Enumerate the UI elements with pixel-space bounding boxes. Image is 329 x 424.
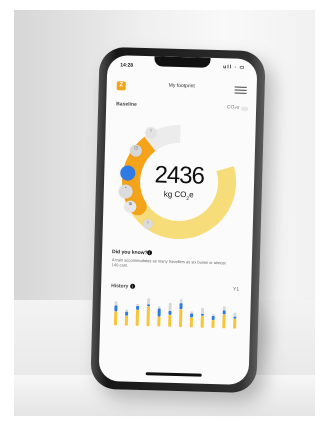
history-bar [179, 299, 183, 304]
history-month-label [143, 330, 151, 336]
history-bar [222, 306, 226, 311]
history-month-label [176, 331, 184, 337]
history-period[interactable]: Y1 [233, 287, 239, 293]
history-bar [113, 311, 118, 326]
product-photo: 14:28 ull ◦ ▭ Z My footprint Baseline CO… [0, 0, 329, 424]
history-bar [135, 309, 140, 326]
menu-line-icon [234, 92, 247, 94]
footprint-unit-main: kg CO [163, 189, 187, 200]
history-bar [200, 313, 204, 316]
history-chart-svg [113, 298, 237, 329]
history-bar [211, 320, 215, 329]
history-month-label [187, 331, 195, 337]
history-bar [233, 316, 237, 319]
history-month-label [165, 331, 173, 337]
history-bar [168, 314, 172, 327]
phone-notch [154, 56, 211, 68]
history-chart [110, 293, 241, 331]
history-bar [168, 310, 172, 315]
history-bar [190, 313, 194, 318]
history-bar [125, 311, 129, 316]
history-bar [211, 314, 215, 317]
history-bar [114, 301, 118, 306]
status-time: 14:28 [120, 62, 134, 69]
history-bar [201, 307, 205, 314]
fact-title: Did you know? [111, 249, 148, 257]
history-bar [179, 303, 183, 310]
footprint-unit-tail: e [189, 190, 194, 200]
history-bar [124, 315, 129, 326]
history-bar [168, 302, 172, 311]
history-month-label [110, 329, 118, 335]
history-bar [222, 314, 226, 329]
history-month-label [121, 329, 129, 335]
history-bar [233, 318, 237, 329]
history-bar [136, 303, 140, 306]
history-month-label [220, 332, 228, 338]
history-bar [147, 298, 151, 305]
history-bar [146, 306, 150, 327]
history-bar [136, 305, 140, 310]
phone-screen: 14:28 ull ◦ ▭ Z My footprint Baseline CO… [98, 54, 258, 386]
app-logo-icon: Z [116, 81, 126, 91]
history-month-label [154, 330, 162, 336]
history-month-labels [110, 329, 240, 339]
fact-text: A train accommodates as many travellers … [111, 257, 226, 268]
history-bar [157, 316, 161, 327]
history-month-label [132, 330, 140, 336]
home-indicator [145, 372, 202, 377]
page-title: My footprint [168, 82, 195, 90]
history-label: History [111, 283, 129, 290]
status-icons: ull ◦ ▭ [223, 64, 246, 71]
history-bar [233, 312, 237, 317]
footprint-donut: ⌂ ◫ ⌁ ◍ ⌂ 2436 kg CO2e [111, 114, 247, 250]
history-bar [200, 315, 204, 328]
history-bar [190, 311, 194, 314]
footprint-total: 2436 [154, 161, 205, 190]
history-bar [189, 317, 194, 328]
phone-device: 14:28 ull ◦ ▭ Z My footprint Baseline CO… [90, 46, 266, 394]
history-bar [157, 306, 161, 309]
unit-selector[interactable]: CO₂e [227, 104, 239, 110]
footprint-unit: kg CO2e [155, 189, 203, 202]
history-bar [157, 308, 161, 317]
app-top-bar: Z My footprint [106, 76, 256, 98]
history-month-label [232, 333, 240, 339]
info-icon[interactable]: i [130, 283, 136, 289]
history-month-label [198, 332, 206, 338]
baseline-label: Baseline [116, 101, 137, 108]
menu-line-icon [234, 86, 247, 88]
history-bar [125, 309, 129, 312]
info-icon[interactable]: i [147, 250, 153, 256]
history-bar [178, 309, 183, 328]
history-bar [114, 305, 118, 312]
history-month-label [209, 332, 217, 338]
history-bar [222, 310, 226, 315]
menu-line-icon [234, 89, 247, 91]
unit-toggle[interactable] [241, 106, 249, 111]
history-bar [211, 316, 215, 321]
history-bar [147, 304, 151, 307]
menu-icon[interactable] [234, 85, 247, 94]
